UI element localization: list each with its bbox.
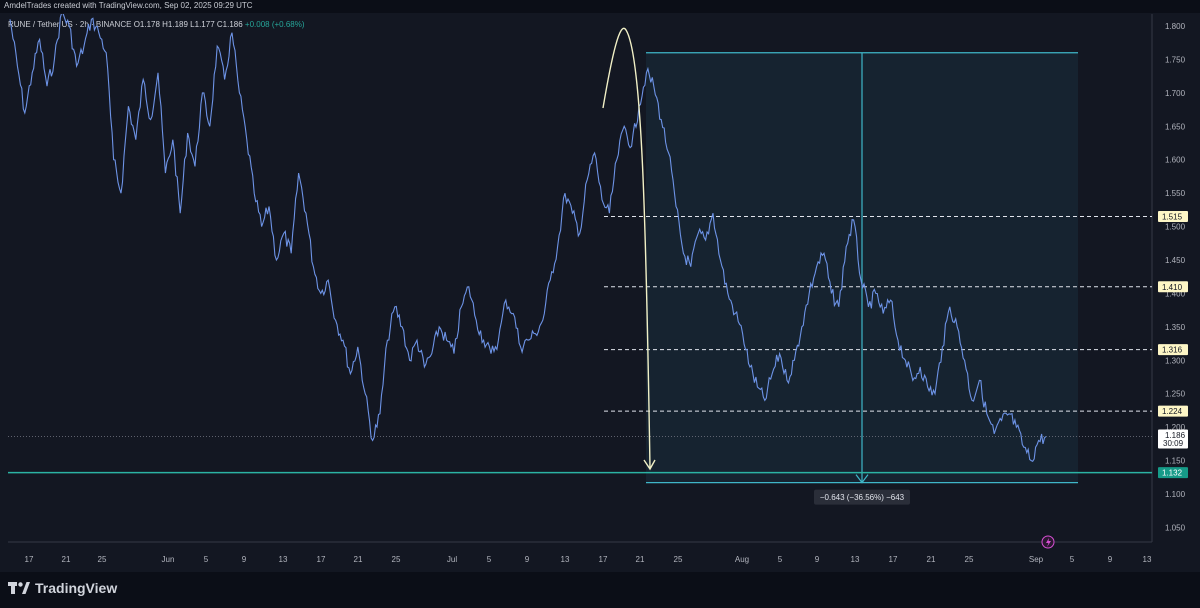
x-tick-label: 17 [889, 555, 898, 564]
x-tick-label: 21 [636, 555, 645, 564]
x-tick-label: Jun [162, 555, 175, 564]
level-tag-label: 1.224 [1162, 407, 1183, 416]
level-tag-label: 1.410 [1162, 283, 1183, 292]
x-tick-label: 17 [25, 555, 34, 564]
price-chart[interactable]: 1.800 1.750 1.700 1.650 1.600 1.550 1.500 1.450… [0, 0, 1200, 572]
tradingview-logo-icon [8, 582, 30, 594]
x-tick-label: 13 [851, 555, 860, 564]
y-tick-label: 1.150 [1165, 457, 1186, 466]
x-tick-label: Jul [447, 555, 457, 564]
y-tick-label: 1.450 [1165, 256, 1186, 265]
x-tick-label: 21 [62, 555, 71, 564]
footer-bar [0, 572, 1200, 608]
x-tick-label: 9 [525, 555, 530, 564]
y-tick-label: 1.550 [1165, 189, 1186, 198]
x-tick-label: 9 [242, 555, 247, 564]
level-tag-label: 1.316 [1162, 346, 1183, 355]
curved-arrow [602, 27, 651, 469]
y-tick-label: 1.350 [1165, 323, 1186, 332]
x-tick-label: 5 [778, 555, 783, 564]
level-tag-label: 1.515 [1162, 213, 1183, 222]
x-tick-label: 13 [1143, 555, 1152, 564]
x-tick-label: 5 [1070, 555, 1075, 564]
y-tick-label: 1.750 [1165, 55, 1186, 64]
bar-countdown-label: 30:09 [1163, 439, 1184, 448]
x-tick-label: 17 [317, 555, 326, 564]
measure-label: −0.643 (−36.56%) −643 [820, 493, 905, 502]
y-tick-label: 1.250 [1165, 390, 1186, 399]
x-tick-label: 21 [927, 555, 936, 564]
x-tick-label: 5 [204, 555, 209, 564]
tradingview-logo-text: TradingView [35, 580, 118, 596]
y-tick-label: 1.650 [1165, 122, 1186, 131]
x-tick-label: Sep [1029, 555, 1044, 564]
x-tick-label: 9 [815, 555, 820, 564]
y-tick-label: 1.800 [1165, 22, 1186, 31]
y-tick-label: 1.050 [1165, 523, 1186, 532]
x-tick-label: 25 [392, 555, 401, 564]
x-tick-label: 25 [674, 555, 683, 564]
tradingview-logo[interactable]: TradingView [8, 580, 117, 596]
x-tick-label: 13 [279, 555, 288, 564]
x-tick-label: 25 [965, 555, 974, 564]
x-tick-label: 17 [599, 555, 608, 564]
y-tick-label: 1.100 [1165, 490, 1186, 499]
x-tick-label: 25 [98, 555, 107, 564]
x-tick-label: 21 [354, 555, 363, 564]
x-tick-label: 9 [1108, 555, 1113, 564]
x-tick-label: 5 [487, 555, 492, 564]
x-tick-label: Aug [735, 555, 749, 564]
y-tick-label: 1.600 [1165, 156, 1186, 165]
support-tag-label: 1.132 [1162, 469, 1183, 478]
y-tick-label: 1.300 [1165, 356, 1186, 365]
x-tick-label: 13 [561, 555, 570, 564]
y-tick-label: 1.700 [1165, 89, 1186, 98]
y-tick-label: 1.500 [1165, 223, 1186, 232]
